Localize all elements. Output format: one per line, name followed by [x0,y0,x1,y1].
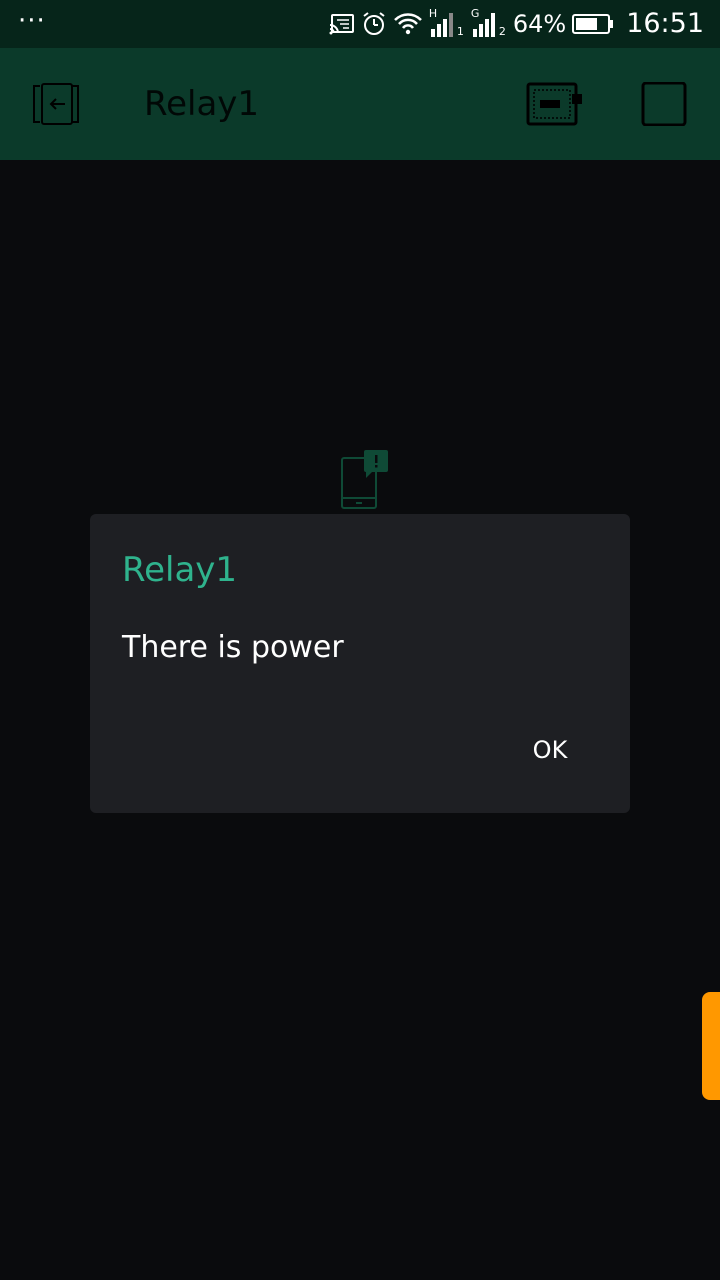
alert-dialog: Relay1 There is power OK [90,514,630,813]
dialog-title: Relay1 [122,550,238,590]
side-drawer-tab[interactable] [702,992,720,1100]
signal-icon-2: G 2 [471,7,507,39]
status-clock: 16:51 [626,8,704,39]
status-icons: H 1 G 2 64% 16:51 [329,0,704,48]
page-title: Relay1 [144,84,260,124]
wifi-icon [393,12,423,36]
alarm-icon [361,11,387,37]
exit-icon[interactable] [32,82,80,126]
dialog-message: There is power [122,630,344,665]
sim-index-label: 1 [456,25,464,38]
app-screen: ··· H 1 G 2 64% 16:51 Relay1 Relay1 Ther… [0,0,720,1280]
signal-icon-1: H 1 [429,7,465,39]
stop-icon[interactable] [640,81,688,127]
status-bar: ··· H 1 G 2 64% 16:51 [0,0,720,48]
device-icon[interactable] [526,82,584,126]
phone-notification-icon [338,448,392,510]
app-toolbar: Relay1 [0,48,720,160]
sim-index-label: 2 [498,25,506,38]
ok-button[interactable]: OK [510,726,590,774]
notification-dots: ··· [18,6,46,36]
cast-icon [329,13,355,35]
battery-icon [572,13,614,35]
battery-percentage: 64% [512,10,567,38]
